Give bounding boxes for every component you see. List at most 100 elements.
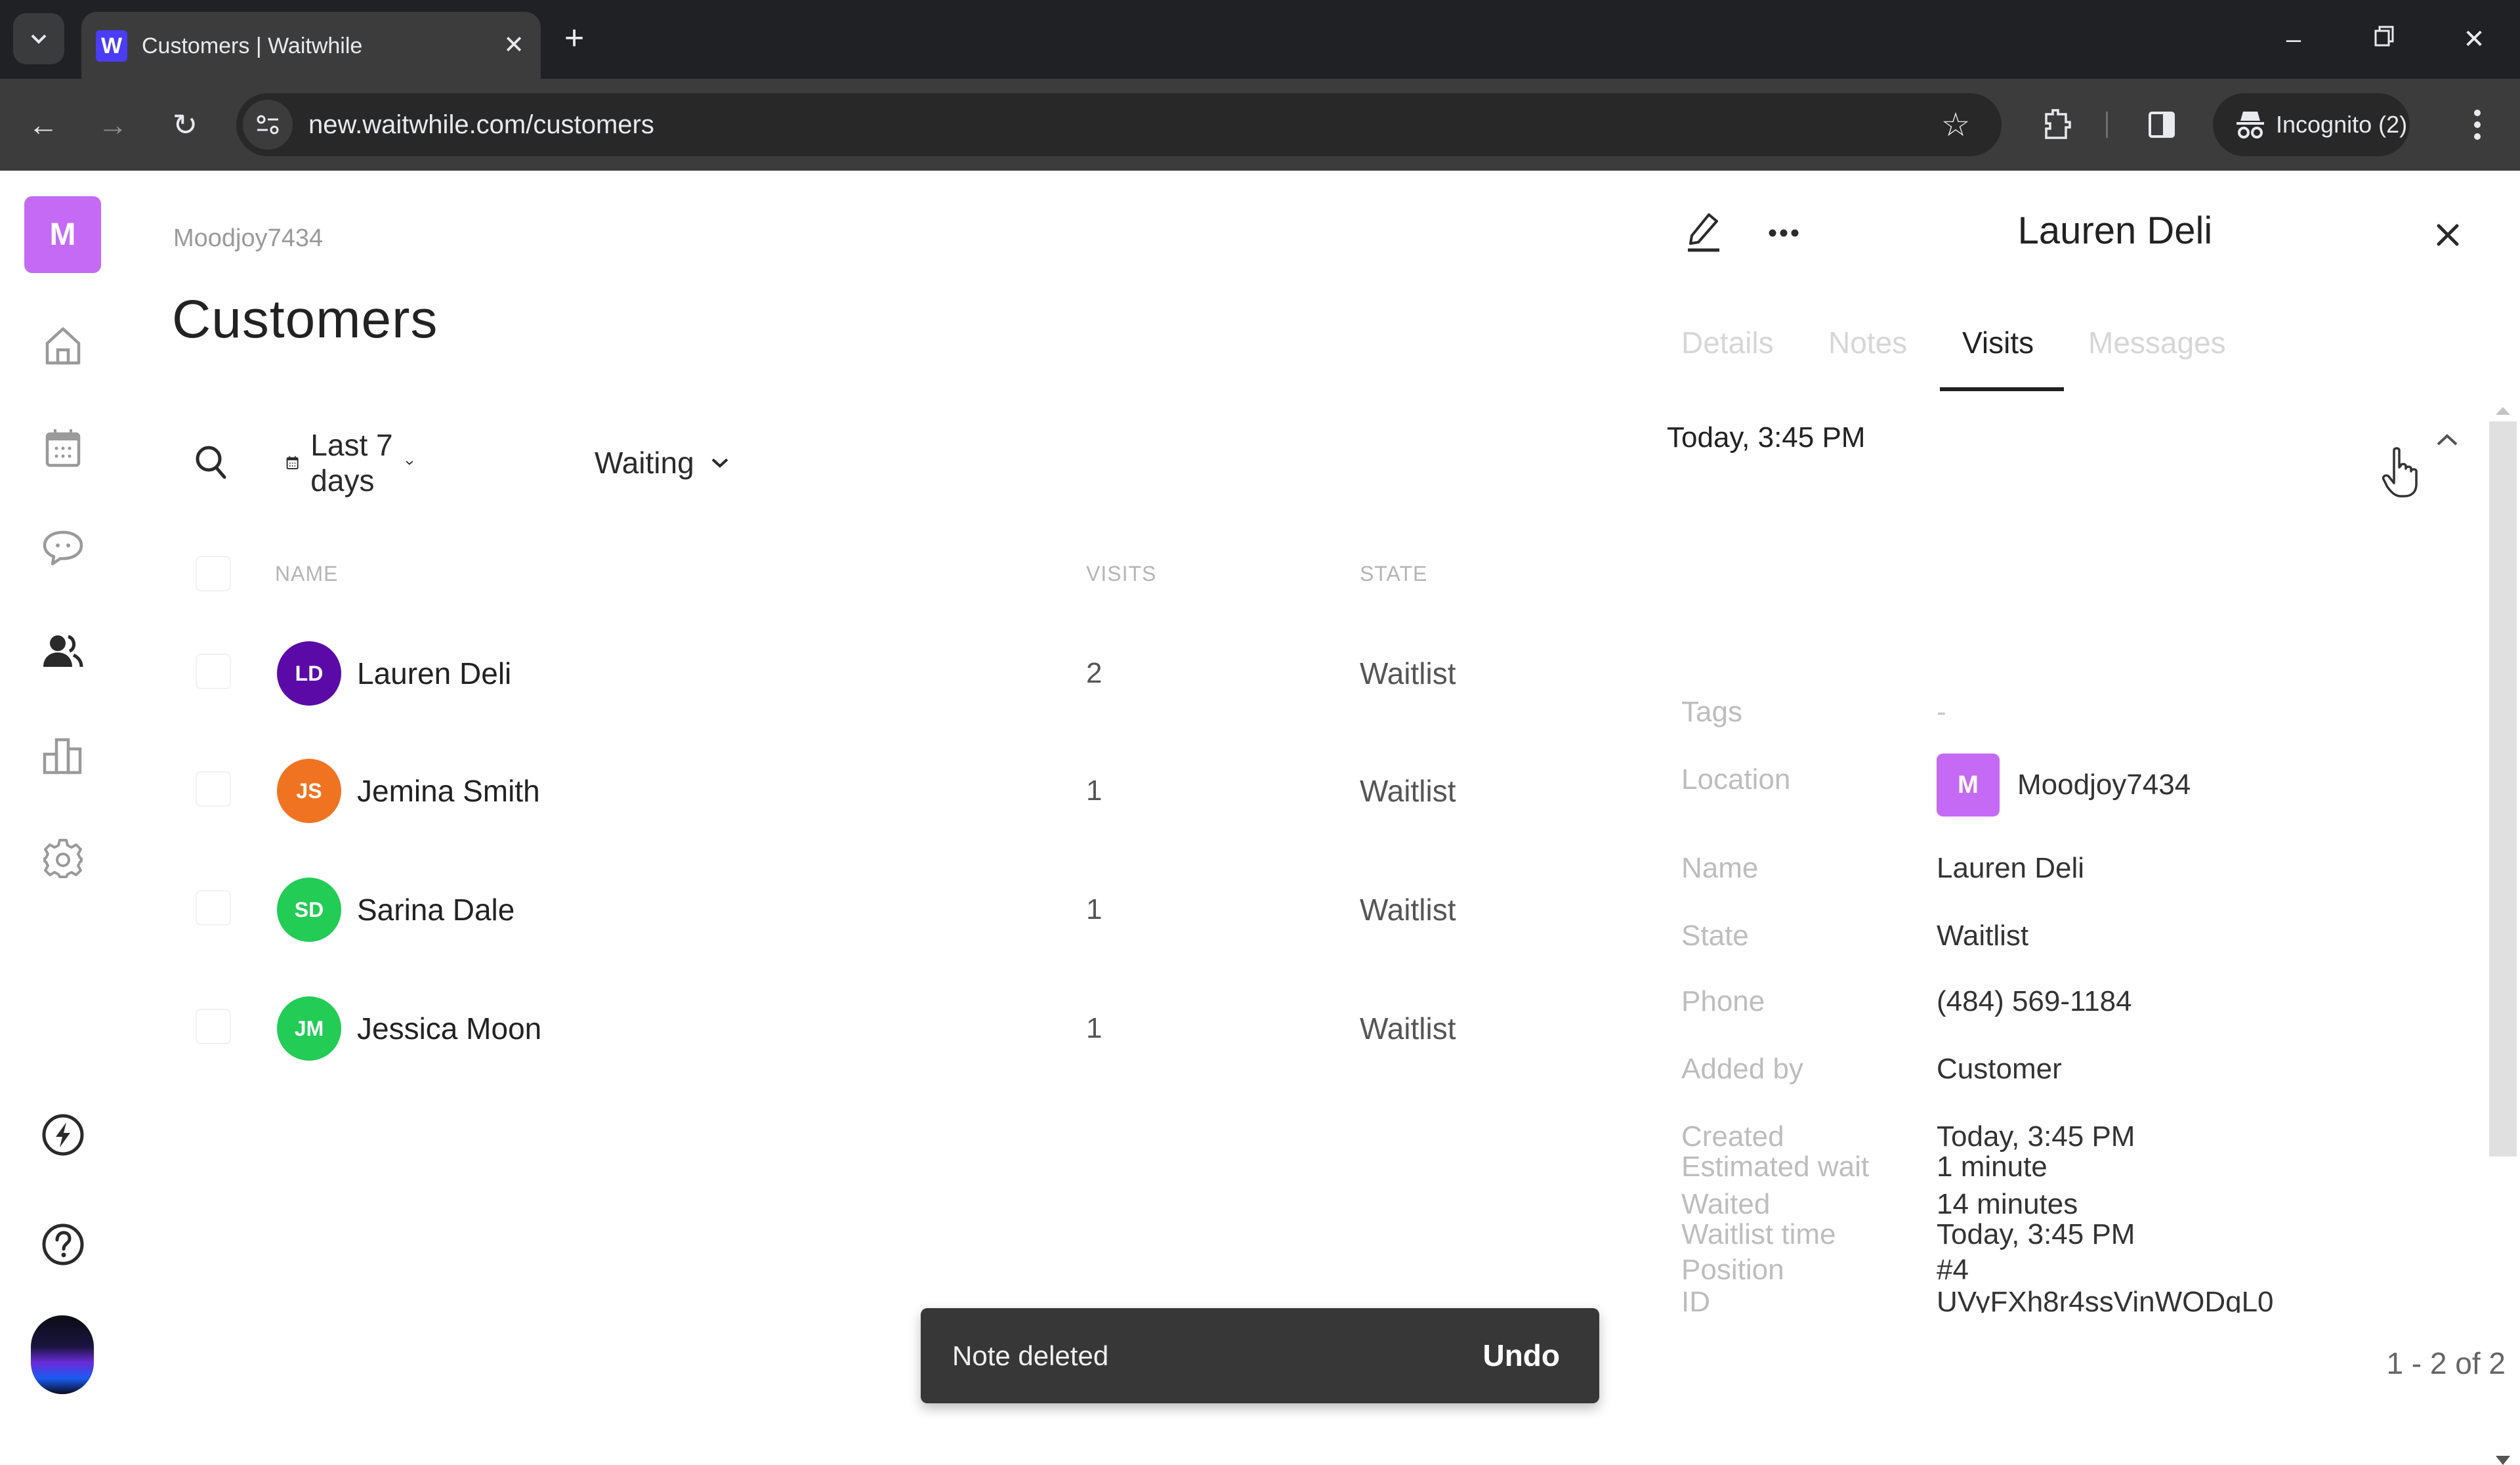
column-header-visits[interactable]: VISITS bbox=[1086, 554, 1156, 593]
visit-fields-continued: Estimated wait 1 minute Waitlist time To… bbox=[1639, 1155, 2479, 1313]
tab-details[interactable]: Details bbox=[1681, 316, 1774, 369]
toolbar-divider bbox=[2106, 112, 2108, 138]
new-tab-button[interactable]: + bbox=[555, 20, 594, 59]
bookmark-star-icon[interactable]: ☆ bbox=[1936, 105, 1975, 144]
field-value[interactable]: UVyFXh8r4ssVinWODqL0 bbox=[1937, 1276, 2274, 1313]
restore-glyph bbox=[2374, 26, 2394, 47]
browser-tab-bar: W Customers | Waitwhile ✕ + – ✕ bbox=[0, 0, 2520, 79]
reload-icon[interactable]: ↻ bbox=[165, 105, 205, 144]
date-range-value: Last 7 days bbox=[310, 428, 393, 498]
undo-button[interactable]: Undo bbox=[1482, 1308, 1560, 1403]
field-value[interactable]: Moodjoy7434 bbox=[2017, 759, 2191, 811]
date-range-dropdown[interactable]: Last 7 days bbox=[286, 428, 414, 498]
table-row[interactable]: SD Sarina Dale 1 Waitlist bbox=[190, 864, 1503, 956]
sidebar-item-analytics[interactable] bbox=[39, 732, 87, 779]
incognito-profile-button[interactable]: Incognito (2) bbox=[2213, 93, 2410, 156]
panel-title: Lauren Deli bbox=[2017, 209, 2213, 252]
customer-name[interactable]: Jemina Smith bbox=[357, 745, 540, 837]
sidebar-item-messages[interactable] bbox=[39, 524, 87, 572]
browser-tab-active[interactable]: W Customers | Waitwhile ✕ bbox=[81, 12, 541, 79]
pagination-info: 1 - 2 of 2 bbox=[2386, 1346, 2506, 1380]
restore-window-icon[interactable] bbox=[2365, 20, 2404, 59]
customer-visits: 1 bbox=[1086, 1012, 1102, 1044]
location-badge: M bbox=[1937, 754, 2000, 817]
field-tags: Tags - bbox=[1681, 686, 2469, 738]
chevron-up-icon bbox=[2437, 434, 2458, 446]
field-label: Phone bbox=[1681, 985, 1765, 1017]
field-label: Location bbox=[1681, 763, 1791, 796]
side-panel-icon[interactable] bbox=[2142, 105, 2181, 144]
field-value: - bbox=[1937, 696, 1946, 728]
row-checkbox[interactable] bbox=[196, 771, 231, 807]
waitwhile-favicon-icon: W bbox=[96, 30, 127, 62]
select-all-checkbox[interactable] bbox=[196, 556, 231, 591]
column-header-name[interactable]: NAME bbox=[275, 554, 338, 593]
column-header-state[interactable]: STATE bbox=[1360, 554, 1427, 593]
sidebar-item-home[interactable] bbox=[39, 322, 87, 370]
extensions-puzzle-icon[interactable] bbox=[2037, 105, 2076, 144]
more-options-button[interactable] bbox=[1761, 210, 1807, 256]
address-bar[interactable]: new.waitwhile.com/customers ☆ bbox=[236, 93, 2002, 156]
toast-message: Note deleted bbox=[952, 1340, 1109, 1371]
customer-state: Waitlist bbox=[1360, 893, 1456, 927]
home-icon bbox=[45, 327, 81, 365]
browser-menu-icon[interactable] bbox=[2458, 105, 2497, 144]
field-label: State bbox=[1681, 920, 1749, 952]
edit-button[interactable] bbox=[1681, 210, 1727, 256]
visit-date-heading[interactable]: Today, 3:45 PM bbox=[1667, 421, 1865, 454]
collapse-visit-button[interactable] bbox=[2424, 420, 2470, 459]
location-logo[interactable]: M bbox=[24, 196, 101, 273]
customer-avatar: SD bbox=[277, 878, 341, 942]
customer-name[interactable]: Jessica Moon bbox=[357, 983, 541, 1074]
field-label: Name bbox=[1681, 852, 1759, 884]
field-name: Name Lauren Deli bbox=[1681, 842, 2469, 895]
forward-icon[interactable]: → bbox=[93, 105, 133, 144]
row-checkbox[interactable] bbox=[196, 654, 231, 689]
scroll-up-arrow-icon[interactable] bbox=[2496, 407, 2510, 415]
row-checkbox[interactable] bbox=[196, 1009, 231, 1044]
tab-visits[interactable]: Visits bbox=[1962, 316, 2034, 369]
incognito-icon bbox=[2236, 112, 2264, 138]
scroll-down-arrow-icon[interactable] bbox=[2496, 1456, 2510, 1465]
field-label: Waitlist time bbox=[1681, 1218, 1836, 1250]
tab-messages[interactable]: Messages bbox=[2088, 316, 2226, 369]
close-window-icon[interactable]: ✕ bbox=[2454, 20, 2494, 59]
customer-avatar: JS bbox=[277, 759, 341, 823]
back-icon[interactable]: ← bbox=[24, 105, 63, 144]
scrollbar-thumb[interactable] bbox=[2489, 421, 2517, 1157]
tab-close-icon[interactable]: ✕ bbox=[497, 29, 530, 62]
minimize-icon[interactable]: – bbox=[2274, 20, 2313, 59]
sidebar-item-help[interactable] bbox=[39, 1221, 87, 1268]
url-text[interactable]: new.waitwhile.com/customers bbox=[308, 93, 654, 156]
site-info-icon[interactable] bbox=[243, 100, 293, 150]
row-checkbox[interactable] bbox=[196, 890, 231, 925]
sidebar-item-settings[interactable] bbox=[39, 835, 87, 882]
field-label: Tags bbox=[1681, 696, 1742, 728]
tab-search-button[interactable] bbox=[13, 13, 64, 64]
table-row[interactable]: LD Lauren Deli 2 Waitlist bbox=[190, 627, 1503, 719]
table-row[interactable]: JM Jessica Moon 1 Waitlist bbox=[190, 983, 1503, 1074]
customer-visits: 1 bbox=[1086, 893, 1102, 925]
tab-notes[interactable]: Notes bbox=[1828, 316, 1907, 369]
field-label: Estimated wait bbox=[1681, 1155, 1870, 1183]
search-button[interactable] bbox=[190, 440, 232, 486]
user-profile-avatar[interactable] bbox=[31, 1315, 94, 1394]
gear-icon bbox=[43, 839, 83, 878]
sidebar-item-customers[interactable] bbox=[39, 627, 87, 675]
lightning-icon bbox=[42, 1114, 84, 1156]
panel-scrollbar[interactable] bbox=[2489, 407, 2517, 1465]
close-panel-button[interactable] bbox=[2425, 212, 2471, 258]
sidebar-item-whats-new[interactable] bbox=[39, 1111, 87, 1158]
help-icon bbox=[42, 1223, 84, 1265]
state-filter-dropdown[interactable]: Waiting bbox=[595, 440, 730, 486]
table-row[interactable]: JS Jemina Smith 1 Waitlist bbox=[190, 745, 1503, 837]
customer-state: Waitlist bbox=[1360, 1011, 1456, 1046]
field-value[interactable]: (484) 569-1184 bbox=[1937, 975, 2132, 1028]
table-header: NAME VISITS STATE bbox=[190, 554, 1503, 593]
customer-name[interactable]: Lauren Deli bbox=[357, 627, 511, 719]
breadcrumb-location[interactable]: Moodjoy7434 bbox=[173, 224, 323, 253]
sidebar-item-calendar[interactable] bbox=[39, 425, 87, 472]
customer-state: Waitlist bbox=[1360, 656, 1456, 690]
customer-name[interactable]: Sarina Dale bbox=[357, 864, 514, 956]
chevron-down-icon bbox=[31, 34, 47, 44]
